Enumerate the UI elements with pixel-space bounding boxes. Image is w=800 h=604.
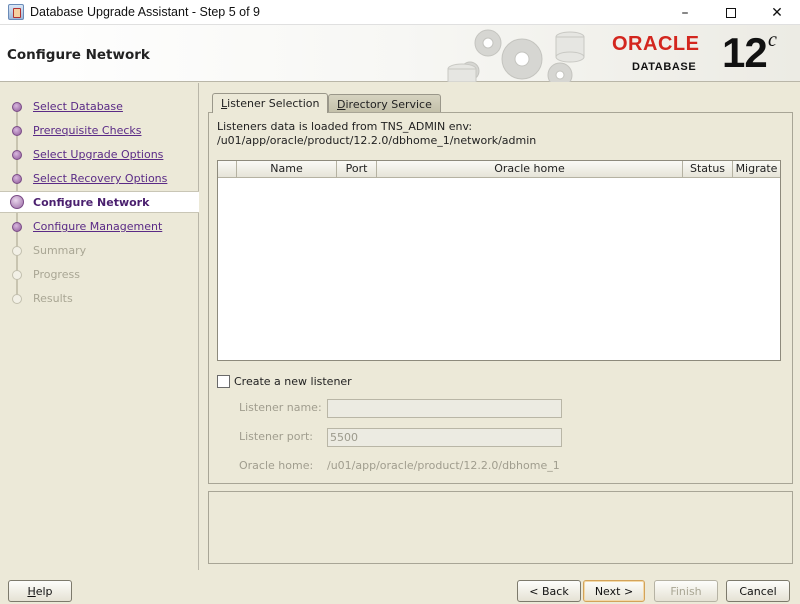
page-title: Configure Network — [7, 47, 150, 63]
oracle-logo: ORACLE — [612, 33, 700, 55]
column-header-name[interactable]: Name — [237, 161, 337, 178]
tab-directory-service[interactable]: Directory Service — [328, 94, 441, 113]
listener-selection-panel: Listeners data is loaded from TNS_ADMIN … — [208, 112, 793, 484]
tns-admin-path: /u01/app/oracle/product/12.2.0/dbhome_1/… — [217, 134, 537, 147]
listener-port-input[interactable] — [327, 428, 562, 447]
help-button-label: Help — [27, 584, 53, 598]
window-title: Database Upgrade Assistant - Step 5 of 9 — [30, 5, 260, 19]
minimize-icon: – — [681, 4, 689, 21]
step-complete-icon — [12, 126, 22, 136]
create-listener-option[interactable]: Create a new listener — [217, 375, 352, 388]
gears-graphic-icon — [447, 29, 585, 82]
finish-button: Finish — [654, 580, 718, 602]
next-button-label: Next > — [594, 584, 634, 598]
nav-step-select-upgrade-options[interactable]: Select Upgrade Options — [0, 144, 199, 166]
nav-step-summary: Summary — [0, 240, 199, 262]
tab-label: Listener Selection — [221, 97, 320, 110]
step-pending-icon — [12, 294, 22, 304]
back-button[interactable]: < Back — [517, 580, 581, 602]
step-complete-icon — [12, 150, 22, 160]
minimize-button[interactable]: – — [662, 0, 708, 25]
nav-step-label[interactable]: Select Database — [33, 100, 123, 113]
tns-admin-info: Listeners data is loaded from TNS_ADMIN … — [217, 120, 473, 133]
finish-button-label: Finish — [670, 584, 702, 598]
step-current-icon — [10, 195, 24, 209]
tab-label: Directory Service — [337, 97, 432, 111]
listener-port-label: Listener port: — [239, 430, 314, 443]
nav-step-progress: Progress — [0, 264, 199, 286]
listener-name-input[interactable] — [327, 399, 562, 418]
nav-step-label: Progress — [33, 268, 80, 281]
nav-step-results: Results — [0, 288, 199, 310]
column-header-status[interactable]: Status — [683, 161, 733, 178]
close-icon: ✕ — [771, 4, 783, 21]
header-banner: Configure Network ORACLE DATABASE 12 c — [0, 25, 800, 82]
cancel-button-label: Cancel — [739, 584, 777, 598]
version-number: 12 — [722, 29, 768, 76]
column-header-migrate[interactable]: Migrate — [733, 161, 780, 178]
main-panel: Listener Selection Directory Service Lis… — [200, 83, 800, 570]
step-pending-icon — [12, 246, 22, 256]
step-complete-icon — [12, 222, 22, 232]
step-pending-icon — [12, 270, 22, 280]
close-button[interactable]: ✕ — [754, 0, 800, 25]
step-navigation: Select Database Prerequisite Checks Sele… — [0, 83, 199, 570]
column-header-oracle-home[interactable]: Oracle home — [377, 161, 683, 178]
listener-name-label: Listener name: — [239, 401, 322, 414]
nav-step-label[interactable]: Prerequisite Checks — [33, 124, 141, 137]
nav-step-label[interactable]: Select Upgrade Options — [33, 148, 163, 161]
nav-step-select-database[interactable]: Select Database — [0, 96, 199, 118]
nav-step-label: Results — [33, 292, 73, 305]
java-app-icon — [8, 4, 24, 20]
help-button[interactable]: Help — [8, 580, 72, 602]
nav-step-label: Configure Network — [33, 196, 150, 209]
nav-step-prerequisite-checks[interactable]: Prerequisite Checks — [0, 120, 199, 142]
back-button-label: < Back — [529, 584, 569, 598]
next-button[interactable]: Next > — [583, 580, 645, 602]
oracle-database-label: DATABASE — [632, 61, 697, 73]
maximize-icon — [726, 7, 736, 18]
column-header-select[interactable] — [218, 161, 237, 178]
version-suffix: c — [768, 29, 777, 51]
step-complete-icon — [12, 102, 22, 112]
nav-step-configure-network: Configure Network — [0, 191, 199, 213]
listener-table[interactable]: Name Port Oracle home Status Migrate — [217, 160, 781, 361]
oracle-home-label: Oracle home: — [239, 459, 314, 472]
create-listener-label[interactable]: Create a new listener — [234, 375, 352, 388]
cancel-button[interactable]: Cancel — [726, 580, 790, 602]
message-panel — [208, 491, 793, 564]
nav-step-configure-management[interactable]: Configure Management — [0, 216, 199, 238]
listener-table-header: Name Port Oracle home Status Migrate — [218, 161, 780, 178]
nav-step-label: Summary — [33, 244, 87, 257]
nav-step-label[interactable]: Configure Management — [33, 220, 162, 233]
nav-step-select-recovery-options[interactable]: Select Recovery Options — [0, 168, 199, 190]
window-titlebar: Database Upgrade Assistant - Step 5 of 9… — [0, 0, 800, 25]
create-listener-checkbox[interactable] — [217, 375, 230, 388]
maximize-button[interactable] — [708, 0, 754, 25]
tab-listener-selection[interactable]: Listener Selection — [212, 93, 329, 113]
oracle-home-value: /u01/app/oracle/product/12.2.0/dbhome_1 — [327, 459, 560, 472]
step-complete-icon — [12, 174, 22, 184]
nav-step-label[interactable]: Select Recovery Options — [33, 172, 167, 185]
column-header-port[interactable]: Port — [337, 161, 377, 178]
